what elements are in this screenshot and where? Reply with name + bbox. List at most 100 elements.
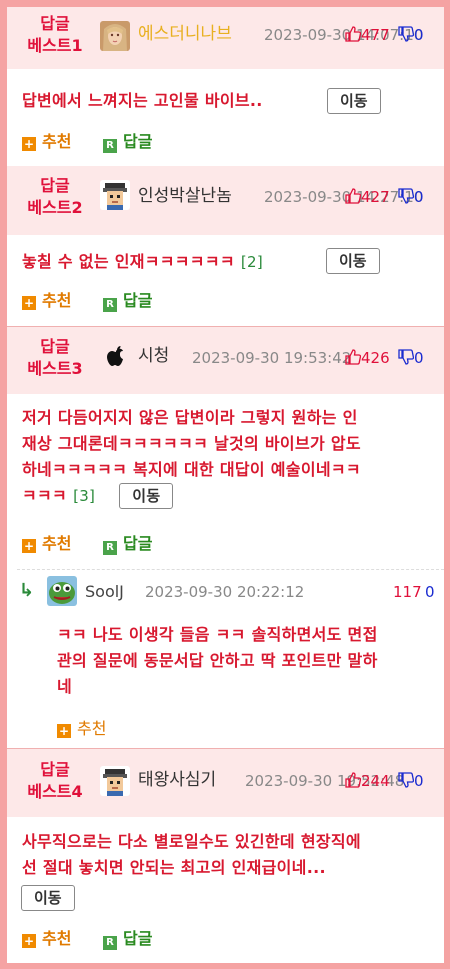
- nickname[interactable]: 시청: [138, 345, 169, 367]
- thumbs-down-icon: [398, 772, 414, 788]
- reply-r-icon: R: [103, 541, 117, 555]
- upvote-count: 426: [361, 349, 390, 367]
- badge-label: 답글: [40, 176, 70, 195]
- recommend-label: 추천: [42, 291, 72, 310]
- thumbs-up-icon: [345, 26, 361, 42]
- move-button[interactable]: 이동: [21, 885, 75, 911]
- recommend-label: 추천: [77, 719, 107, 738]
- badge-label: 답글: [40, 760, 70, 779]
- downvote-button[interactable]: 0: [398, 771, 424, 791]
- nickname[interactable]: 에스더니나브: [138, 23, 232, 45]
- upvote-button[interactable]: 477: [345, 25, 390, 45]
- avatar[interactable]: [47, 576, 77, 606]
- plus-square-icon: +: [22, 934, 36, 948]
- reply-count[interactable]: [3]: [73, 487, 95, 505]
- recommend-button[interactable]: + 추천: [22, 131, 71, 153]
- comment-text: 사무직으로는 다소 별로일수도 있긴한데 현장직에: [22, 832, 361, 851]
- comment-body: 저거 다듬어지지 않은 답변이라 그렇지 원하는 인 재상 그대론데ㅋㅋㅋㅋㅋㅋ…: [22, 405, 432, 509]
- nickname[interactable]: SoolJ: [85, 581, 124, 603]
- thumbs-up-icon: [345, 772, 361, 788]
- downvote-button[interactable]: 0: [398, 348, 424, 368]
- move-button[interactable]: 이동: [119, 483, 174, 509]
- comment-text: ㅋㅋ 나도 이생각 들음 ㅋㅋ 솔직하면서도 면접: [57, 625, 378, 644]
- move-button[interactable]: 이동: [327, 88, 381, 114]
- badge-rank: 베스트3: [27, 359, 83, 378]
- reply-label: 답글: [123, 132, 153, 151]
- downvote-count: 0: [414, 26, 424, 44]
- reply-r-icon: R: [103, 139, 117, 153]
- comment-text: 선 절대 놓치면 안되는 최고의 인재급이네...: [22, 858, 326, 877]
- thumbs-down-icon: [398, 349, 414, 365]
- plus-square-icon: +: [22, 137, 36, 151]
- reply-button[interactable]: R 답글: [103, 131, 152, 153]
- upvote-button[interactable]: 244: [345, 771, 390, 791]
- upvote-button[interactable]: 426: [345, 348, 390, 368]
- badge-rank: 베스트4: [27, 782, 83, 801]
- plus-square-icon: +: [57, 724, 71, 738]
- avatar[interactable]: [100, 766, 130, 796]
- comment-text: ㅋㅋㅋ: [22, 486, 68, 505]
- upvote-count[interactable]: 117: [393, 582, 422, 602]
- downvote-button[interactable]: 0: [398, 187, 424, 207]
- reply-button[interactable]: R 답글: [103, 533, 152, 555]
- best-badge: 답글 베스트2: [15, 175, 95, 219]
- recommend-button[interactable]: + 추천: [22, 928, 71, 950]
- comment-text: 관의 질문에 동문서답 안하고 딱 포인트만 말하: [57, 651, 378, 670]
- recommend-button[interactable]: + 추천: [22, 290, 71, 312]
- reply-button[interactable]: R 답글: [103, 290, 152, 312]
- comment-text: 놓칠 수 없는 인재ㅋㅋㅋㅋㅋㅋ: [22, 252, 235, 271]
- downvote-count[interactable]: 0: [425, 582, 435, 602]
- comment-text: 저거 다듬어지지 않은 답변이라 그렇지 원하는 인: [22, 408, 358, 427]
- reply-arrow-icon: ↳: [19, 580, 35, 601]
- reply-label: 답글: [123, 929, 153, 948]
- timestamp: 2023-09-30 19:53:42: [192, 349, 352, 367]
- reply-label: 답글: [123, 291, 153, 310]
- downvote-count: 0: [414, 772, 424, 790]
- reply-label: 답글: [123, 534, 153, 553]
- reply-r-icon: R: [103, 936, 117, 950]
- comment-body: 놓칠 수 없는 인재ㅋㅋㅋㅋㅋㅋ [2]: [22, 249, 263, 275]
- reply-count[interactable]: [2]: [241, 253, 263, 271]
- avatar[interactable]: [100, 21, 130, 51]
- reply-r-icon: R: [103, 298, 117, 312]
- downvote-button[interactable]: 0: [398, 25, 424, 45]
- comment-list: 답글 베스트1 에스더니나브 2023-09-30 14:07:10 477 0…: [7, 7, 444, 963]
- avatar[interactable]: [101, 342, 131, 372]
- comment-body: 답변에서 느껴지는 고인물 바이브..: [22, 88, 263, 114]
- upvote-button[interactable]: 427: [345, 187, 390, 207]
- plus-square-icon: +: [22, 539, 36, 553]
- best-badge: 답글 베스트3: [15, 336, 95, 380]
- thumbs-down-icon: [398, 26, 414, 42]
- thumbs-up-icon: [345, 349, 361, 365]
- upvote-count: 427: [361, 188, 390, 206]
- downvote-count: 0: [414, 349, 424, 367]
- upvote-count: 477: [361, 26, 390, 44]
- best-badge: 답글 베스트1: [15, 13, 95, 57]
- upvote-count: 244: [361, 772, 390, 790]
- comment-body: ㅋㅋ 나도 이생각 들음 ㅋㅋ 솔직하면서도 면접 관의 질문에 동문서답 안하…: [57, 622, 437, 700]
- recommend-label: 추천: [42, 132, 72, 151]
- comment-text: 하네ㅋㅋㅋㅋㅋ 복지에 대한 대답이 예술이네ㅋㅋ: [22, 460, 361, 479]
- downvote-count: 0: [414, 188, 424, 206]
- nickname[interactable]: 인성박살난놈: [138, 185, 232, 207]
- comment-body: 사무직으로는 다소 별로일수도 있긴한데 현장직에 선 절대 놓치면 안되는 최…: [22, 829, 432, 881]
- badge-label: 답글: [40, 337, 70, 356]
- nickname[interactable]: 태왕사심기: [138, 769, 216, 791]
- recommend-button[interactable]: + 추천: [22, 533, 71, 555]
- recommend-label: 추천: [42, 929, 72, 948]
- badge-label: 답글: [40, 14, 70, 33]
- badge-rank: 베스트1: [27, 36, 83, 55]
- plus-square-icon: +: [22, 296, 36, 310]
- timestamp: 2023-09-30 20:22:12: [145, 583, 305, 601]
- best-badge: 답글 베스트4: [15, 759, 95, 803]
- thumbs-up-icon: [345, 188, 361, 204]
- comment-text: 답변에서 느껴지는 고인물 바이브..: [22, 91, 263, 110]
- recommend-label: 추천: [42, 534, 72, 553]
- thumbs-down-icon: [398, 188, 414, 204]
- recommend-button[interactable]: + 추천: [57, 718, 106, 740]
- reply-button[interactable]: R 답글: [103, 928, 152, 950]
- comment-text: 네: [57, 677, 73, 696]
- avatar[interactable]: [100, 180, 130, 210]
- move-button[interactable]: 이동: [326, 248, 380, 274]
- badge-rank: 베스트2: [27, 198, 83, 217]
